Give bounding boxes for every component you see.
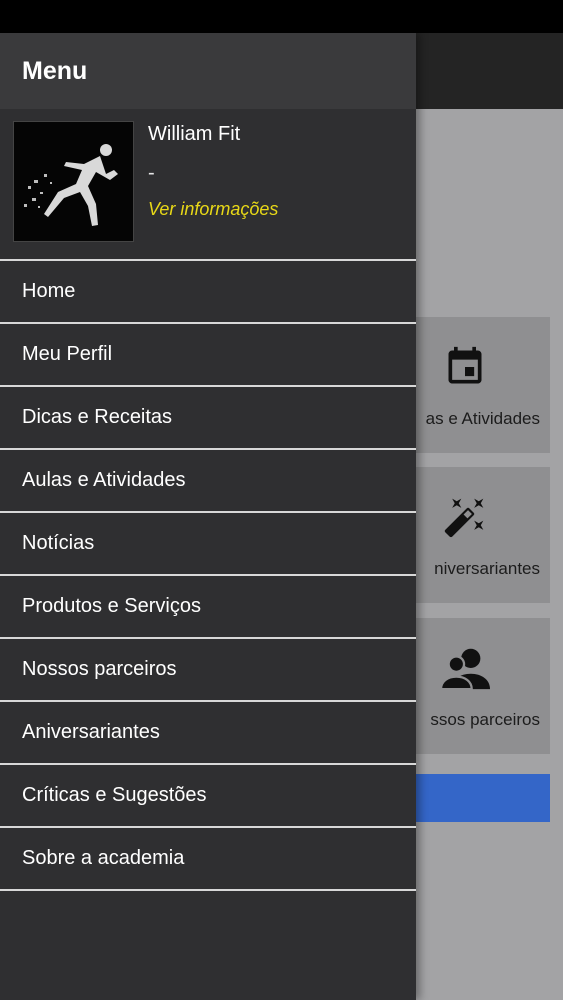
drawer-header: Menu xyxy=(0,33,416,109)
menu-item-noticias[interactable]: Notícias xyxy=(0,513,416,576)
card-label: ssos parceiros xyxy=(430,710,540,729)
menu-item-dicas-receitas[interactable]: Dicas e Receitas xyxy=(0,387,416,450)
menu-item-label: Aulas e Atividades xyxy=(22,469,186,491)
profile-subtitle: - xyxy=(148,162,155,184)
calendar-icon xyxy=(448,346,482,384)
menu-item-criticas-sugestoes[interactable]: Críticas e Sugestões xyxy=(0,765,416,828)
menu-item-nossos-parceiros[interactable]: Nossos parceiros xyxy=(0,639,416,702)
avatar xyxy=(13,121,134,242)
runner-logo-icon xyxy=(14,122,133,241)
menu-item-label: Notícias xyxy=(22,532,95,554)
menu-item-produtos-servicos[interactable]: Produtos e Serviços xyxy=(0,576,416,639)
menu-item-label: Meu Perfil xyxy=(22,343,113,365)
status-bar xyxy=(0,0,563,33)
card-label: as e Atividades xyxy=(425,409,540,428)
menu-item-aniversariantes[interactable]: Aniversariantes xyxy=(0,702,416,765)
profile-name: William Fit xyxy=(148,123,241,145)
profile-section: William Fit - Ver informações xyxy=(0,109,416,261)
navigation-drawer: Menu William Fit - Ver informações Home … xyxy=(0,33,416,1000)
drawer-title: Menu xyxy=(22,56,88,85)
magic-wand-icon xyxy=(444,498,484,538)
card-label: niversariantes xyxy=(434,559,540,578)
menu-item-label: Dicas e Receitas xyxy=(22,406,173,428)
menu-item-label: Produtos e Serviços xyxy=(22,595,201,617)
view-info-link[interactable]: Ver informações xyxy=(148,199,278,220)
menu-item-meu-perfil[interactable]: Meu Perfil xyxy=(0,324,416,387)
people-icon xyxy=(440,648,490,690)
menu-item-label: Home xyxy=(22,280,76,302)
menu-item-label: Aniversariantes xyxy=(22,721,160,743)
menu-item-label: Sobre a academia xyxy=(22,847,185,869)
drawer-menu: Home Meu Perfil Dicas e Receitas Aulas e… xyxy=(0,261,416,891)
menu-item-label: Críticas e Sugestões xyxy=(22,784,207,806)
menu-item-aulas-atividades[interactable]: Aulas e Atividades xyxy=(0,450,416,513)
menu-item-label: Nossos parceiros xyxy=(22,658,177,680)
menu-item-home[interactable]: Home xyxy=(0,261,416,324)
menu-item-sobre-academia[interactable]: Sobre a academia xyxy=(0,828,416,891)
